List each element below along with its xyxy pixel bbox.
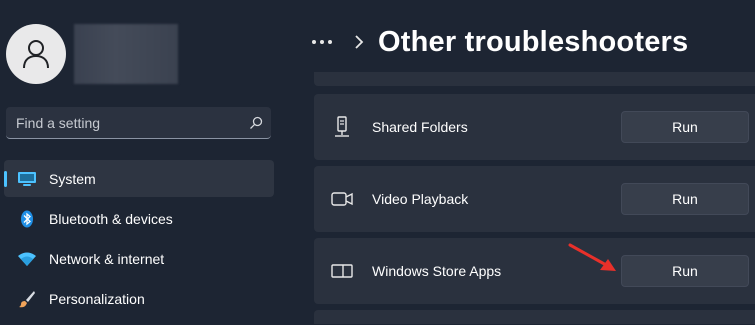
troubleshooter-windows-store-apps: Windows Store Apps Run <box>314 238 755 304</box>
run-button-video-playback[interactable]: Run <box>621 183 749 215</box>
list-item-partial <box>314 72 755 86</box>
search-icon[interactable] <box>241 107 271 138</box>
shared-folder-icon <box>330 115 354 139</box>
troubleshooter-video-playback: Video Playback Run <box>314 166 755 232</box>
sidebar-item-label: Bluetooth & devices <box>49 210 173 227</box>
sidebar-item-label: Network & internet <box>49 250 165 267</box>
page-title: Other troubleshooters <box>378 25 689 58</box>
sidebar-item-label: Personalization <box>49 290 145 307</box>
more-icon[interactable] <box>312 40 332 44</box>
troubleshooter-label: Windows Store Apps <box>372 263 502 279</box>
sidebar-item-bluetooth[interactable]: Bluetooth & devices <box>4 200 274 237</box>
search-field[interactable] <box>6 107 271 139</box>
wifi-icon <box>16 248 38 270</box>
troubleshooter-label: Shared Folders <box>372 119 468 135</box>
list-item-partial <box>314 310 755 324</box>
search-input[interactable] <box>6 107 241 138</box>
user-name-blurred <box>74 24 178 84</box>
run-button-windows-store-apps[interactable]: Run <box>621 255 749 287</box>
user-icon <box>23 40 49 69</box>
breadcrumb: Other troubleshooters <box>312 20 688 64</box>
store-apps-icon <box>330 259 354 283</box>
chevron-right-icon <box>354 35 364 49</box>
avatar[interactable] <box>6 24 66 84</box>
bluetooth-icon <box>16 208 38 230</box>
run-button-shared-folders[interactable]: Run <box>621 111 749 143</box>
sidebar-item-system[interactable]: System <box>4 160 274 197</box>
troubleshooter-list: Shared Folders Run Video Playback Run Wi… <box>314 72 755 324</box>
annotation-arrow-icon <box>568 243 616 271</box>
troubleshooter-label: Video Playback <box>372 191 469 207</box>
sidebar-item-label: System <box>49 170 96 187</box>
troubleshooter-shared-folders: Shared Folders Run <box>314 94 755 160</box>
brush-icon <box>16 288 38 310</box>
video-camera-icon <box>330 187 354 211</box>
sidebar-item-personalization[interactable]: Personalization <box>4 280 274 317</box>
monitor-icon <box>16 168 38 190</box>
sidebar-item-network[interactable]: Network & internet <box>4 240 274 277</box>
sidebar: System Bluetooth & devices <box>0 0 285 325</box>
settings-window: System Bluetooth & devices <box>0 0 755 325</box>
sidebar-nav: System Bluetooth & devices Network & int… <box>4 160 274 320</box>
